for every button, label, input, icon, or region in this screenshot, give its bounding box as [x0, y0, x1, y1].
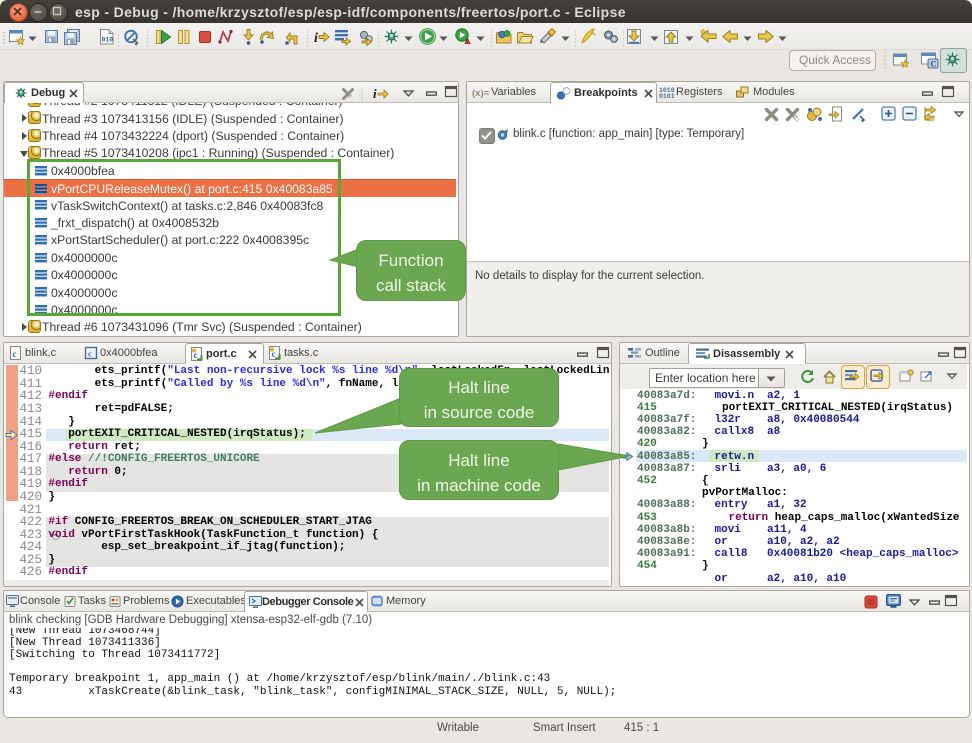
svg-text:i: i	[373, 86, 377, 101]
svg-text:C: C	[931, 60, 937, 69]
svg-text:0101: 0101	[659, 93, 675, 100]
svg-text:c: c	[88, 349, 92, 359]
svg-text:c: c	[13, 349, 17, 359]
svg-text:010: 010	[102, 37, 114, 44]
svg-text:i: i	[314, 31, 318, 46]
svg-text:(x)=: (x)=	[472, 88, 490, 99]
